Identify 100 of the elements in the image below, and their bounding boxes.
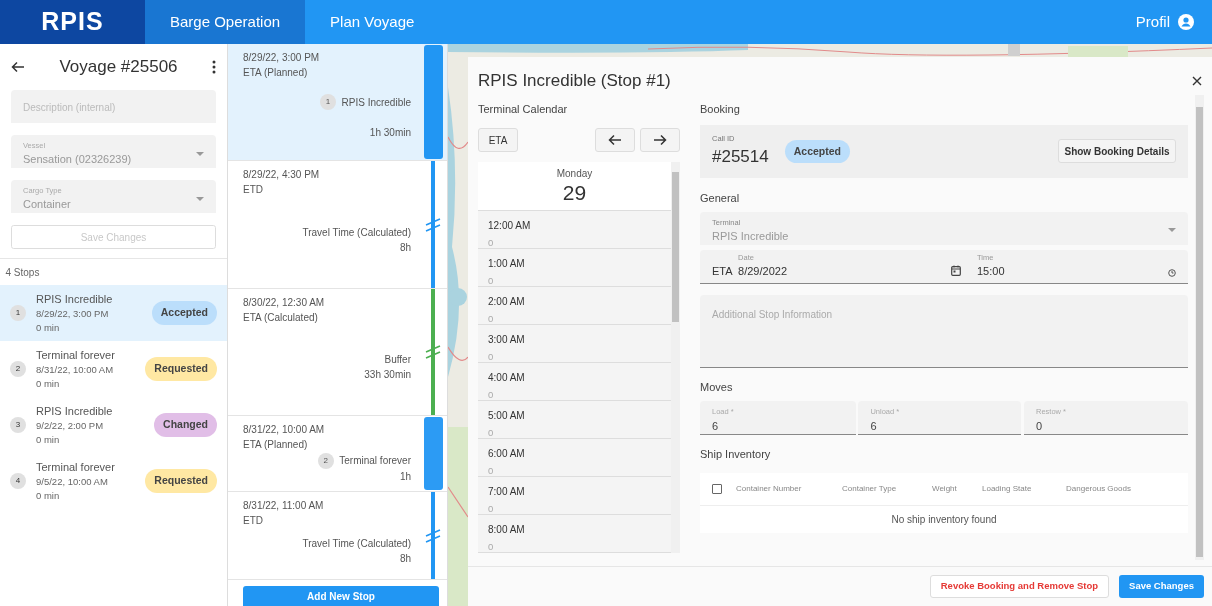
calendar-icon[interactable] (950, 265, 961, 277)
slot-time: 1:00 AM (488, 258, 525, 270)
stop-number: 1 (10, 305, 26, 321)
slot-time: 5:00 AM (488, 410, 525, 422)
segment-time: 8/31/22, 10:00 AM (243, 423, 325, 437)
time-slot[interactable]: 3:00 AM 0 (478, 325, 671, 364)
stop-duration: 1h (399, 470, 411, 485)
scrollbar[interactable] (671, 162, 680, 554)
section-heading: Booking (700, 101, 740, 117)
stop-duration: 1h 30min (369, 125, 411, 140)
user-icon[interactable] (1178, 14, 1194, 30)
app-logo: RPIS (0, 0, 145, 44)
stop-list-item[interactable]: 1 RPIS Incredible 8/29/22, 3:00 PM 0 min Accepted (0, 285, 227, 341)
more-menu-icon[interactable] (212, 60, 216, 74)
close-icon[interactable] (1192, 76, 1202, 86)
day-number: 29 (562, 181, 587, 204)
status-badge: Requested (145, 357, 217, 381)
section-heading: Moves (700, 380, 733, 396)
slot-time: 8:00 AM (488, 524, 525, 536)
time-slot[interactable]: 2:00 AM 0 (478, 287, 671, 326)
segment-event: ETD (243, 514, 263, 528)
break-mark-icon (425, 345, 441, 359)
timeline-stop[interactable]: 8/29/22, 3:00 PM ETA (Planned) 1 RPIS Incredible 1h 30min (228, 44, 447, 161)
gap-label: Travel Time (Calculated) (302, 536, 411, 551)
slot-count: 0 (488, 388, 494, 400)
stop-datetime: 9/5/22, 10:00 AM (36, 475, 109, 489)
segment-event: ETA (Planned) (243, 66, 308, 80)
time-slot[interactable]: 7:00 AM 0 (478, 477, 671, 516)
nav-arrow-button[interactable] (640, 128, 680, 152)
break-mark-icon (425, 217, 441, 232)
stop-datetime: 8/31/22, 10:00 AM (36, 363, 115, 377)
slot-count: 0 (488, 540, 494, 552)
next-arrow-icon (653, 134, 667, 146)
stop-datetime: 8/29/22, 3:00 PM (36, 307, 110, 321)
stop-list-item[interactable]: 3 RPIS Incredible 9/2/22, 2:00 PM 0 min Changed (0, 397, 227, 453)
select-all-checkbox[interactable] (712, 483, 722, 494)
scrollbar[interactable] (1195, 95, 1204, 560)
time-slot[interactable]: 6:00 AM 0 (478, 439, 671, 478)
slot-count: 0 (488, 236, 494, 248)
nav-arrow-button[interactable] (594, 128, 635, 152)
stop-duration: 0 min (36, 377, 61, 392)
back-arrow-icon[interactable] (11, 61, 25, 73)
call-id: #25514 (712, 146, 769, 169)
status-badge: Changed (154, 413, 217, 437)
column-header: Container Number (736, 482, 803, 495)
stop-name: Terminal forever (339, 454, 411, 469)
slot-time: 12:00 AM (488, 220, 531, 232)
stop-name: Terminal forever (36, 459, 115, 475)
timeline-stop[interactable]: 8/31/22, 10:00 AM ETA (Planned) 2 Terminal forever 1h (228, 416, 447, 492)
booking-details-button[interactable]: Show Booking Details (1058, 139, 1176, 164)
previous-arrow-icon (607, 134, 622, 146)
day-name: Monday (556, 168, 593, 179)
slot-count: 0 (488, 426, 494, 438)
stop-number: 4 (10, 473, 26, 489)
slot-count: 0 (488, 274, 494, 286)
empty-message: No ship inventory found (891, 514, 997, 526)
slot-count: 0 (488, 350, 494, 362)
stop-duration: 0 min (36, 321, 61, 336)
gap-duration: 33h 30min (364, 368, 411, 382)
slot-count: 0 (488, 312, 494, 324)
status-badge: Accepted (151, 301, 217, 325)
stop-number: 2 (10, 361, 26, 377)
slot-time: 6:00 AM (488, 448, 525, 460)
column-header: Dangerous Goods (1066, 482, 1132, 495)
stop-list-item[interactable]: 4 Terminal forever 9/5/22, 10:00 AM 0 min Requested (0, 453, 227, 509)
stop-name: RPIS Incredible (36, 291, 113, 307)
segment-time: 8/30/22, 12:30 AM (243, 296, 325, 310)
stop-number: 2 (317, 452, 334, 469)
eta-button[interactable]: ETA (478, 128, 518, 152)
time-slot[interactable]: 1:00 AM 0 (478, 249, 671, 288)
stop-number: 3 (10, 417, 26, 433)
stop-name: RPIS Incredible (341, 95, 411, 110)
stop-list-item[interactable]: 2 Terminal forever 8/31/22, 10:00 AM 0 min Requested (0, 341, 227, 397)
stop-number: 1 (320, 94, 336, 111)
section-heading: Terminal Calendar (478, 101, 568, 117)
slot-time: 7:00 AM (488, 486, 525, 498)
slot-count: 0 (488, 464, 494, 476)
slot-time: 2:00 AM (488, 296, 525, 308)
column-header: Weight (932, 482, 958, 495)
stop-duration: 0 min (36, 433, 61, 448)
segment-time: 8/31/22, 11:00 AM (243, 499, 324, 513)
time-slot[interactable]: 8:00 AM 0 (478, 515, 671, 554)
segment-event: ETD (243, 183, 263, 197)
eta-label: ETA (712, 263, 733, 279)
clock-icon[interactable] (1168, 269, 1176, 278)
segment-event: ETA (Planned) (243, 438, 308, 452)
time-slot[interactable]: 5:00 AM 0 (478, 401, 671, 440)
section-heading: Ship Inventory (700, 447, 771, 463)
slot-count: 0 (488, 502, 494, 514)
segment-event: ETA (Calculated) (243, 311, 318, 325)
revoke-booking-button[interactable]: Revoke Booking and Remove Stop (929, 575, 1110, 598)
time-slot[interactable]: 12:00 AM 0 (478, 211, 671, 250)
column-header: Loading State (982, 482, 1033, 495)
gap-duration: 8h (399, 551, 411, 566)
section-heading: General (700, 190, 740, 206)
segment-time: 8/29/22, 4:30 PM (243, 168, 320, 182)
stop-duration: 0 min (36, 489, 61, 504)
status-badge: Accepted (784, 139, 850, 164)
nav-tab[interactable]: Barge Operation (145, 0, 306, 44)
time-slot[interactable]: 4:00 AM 0 (478, 363, 671, 402)
